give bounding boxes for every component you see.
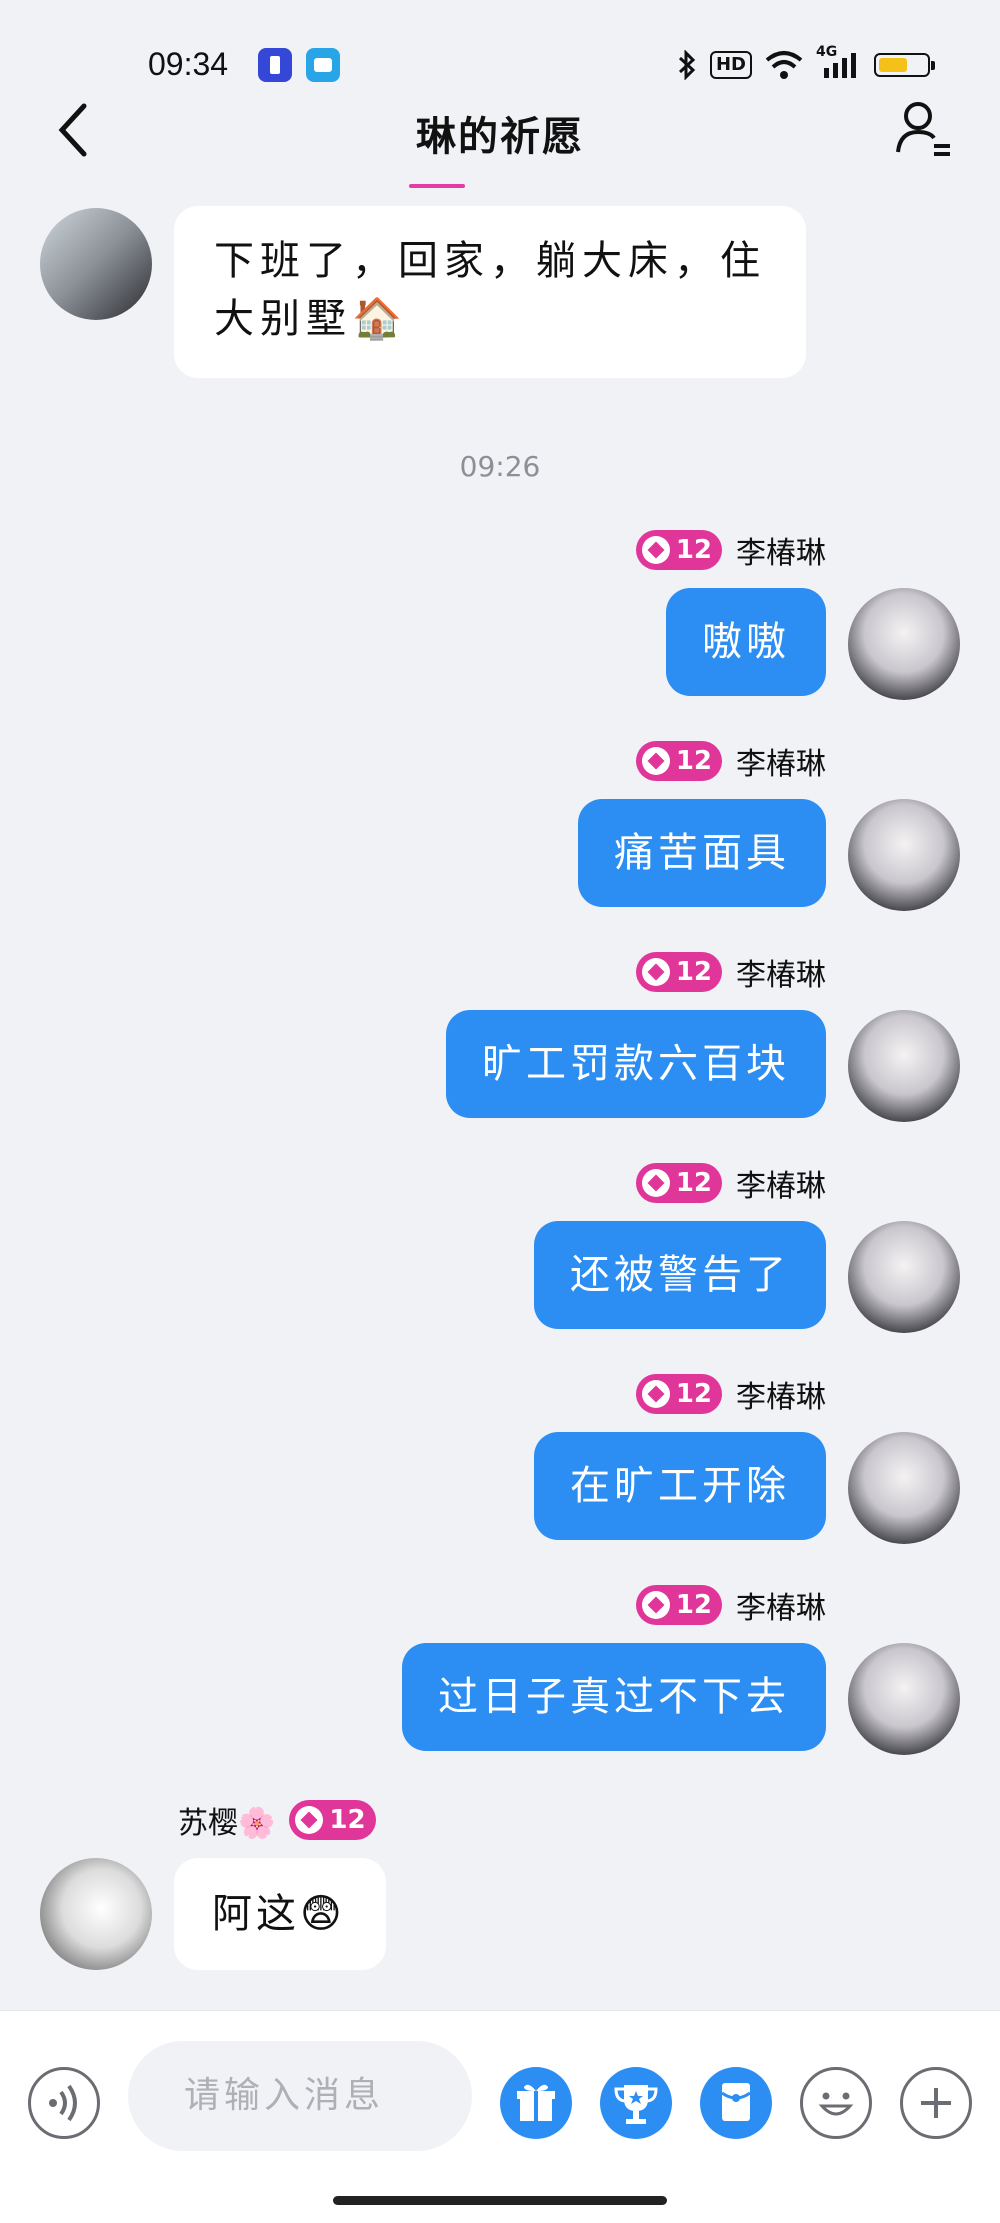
sender-name: 李椿琳 (736, 1380, 826, 1415)
bluetooth-icon (678, 50, 696, 80)
message-bubble[interactable]: 还被警告了 (534, 1221, 826, 1329)
status-bar: 09:34 HD 4G (0, 0, 1000, 100)
message-bubble[interactable]: 阿这😨 (174, 1858, 386, 1970)
app-notification-icon (258, 48, 292, 82)
message-bubble[interactable]: 过日子真过不下去 (402, 1643, 826, 1751)
sender-meta: 12 李椿琳 (635, 1374, 826, 1415)
chat-settings-button[interactable] (894, 98, 954, 158)
sender-meta: 苏樱🌸 12 (178, 1800, 376, 1841)
sender-meta: 12 李椿琳 (635, 952, 826, 993)
level-badge: 12 (635, 741, 722, 781)
sender-meta: 12 李椿琳 (635, 1163, 826, 1204)
message-input[interactable]: 请输入消息 (128, 2041, 472, 2151)
avatar[interactable] (848, 1221, 960, 1333)
message-timestamp: 09:26 (459, 450, 541, 483)
level-badge: 12 (635, 530, 722, 570)
sender-meta: 12 李椿琳 (635, 530, 826, 571)
cellular-signal-icon: 4G (816, 44, 862, 80)
emoji-icon (818, 2092, 854, 2116)
level-badge: 12 (635, 1374, 722, 1414)
avatar[interactable] (848, 588, 960, 700)
sender-name: 苏樱🌸 (178, 1806, 276, 1841)
message-bubble[interactable]: 在旷工开除 (534, 1432, 826, 1540)
voice-icon (49, 2084, 77, 2122)
level-badge: 12 (635, 1585, 722, 1625)
voice-button[interactable] (28, 2067, 100, 2139)
trophy-icon (614, 2085, 658, 2124)
avatar[interactable] (848, 1432, 960, 1544)
plus-icon (921, 2088, 951, 2118)
sender-name: 李椿琳 (736, 1169, 826, 1204)
title-indicator (409, 184, 465, 188)
avatar[interactable] (848, 1010, 960, 1122)
red-packet-icon (721, 2083, 751, 2121)
avatar[interactable] (848, 799, 960, 911)
message-bubble[interactable]: 嗷嗷 (666, 588, 826, 696)
header: 琳的祈愿 (0, 96, 1000, 192)
hd-icon: HD (709, 51, 752, 79)
avatar[interactable] (848, 1643, 960, 1755)
input-bar: 请输入消息 (0, 2010, 1000, 2223)
sender-name: 李椿琳 (736, 747, 826, 782)
status-time: 09:34 (148, 46, 229, 82)
bili-notification-icon (306, 48, 340, 82)
gift-icon (517, 2084, 555, 2121)
avatar[interactable] (40, 1858, 152, 1970)
level-badge: 12 (289, 1800, 376, 1840)
sender-meta: 12 李椿琳 (635, 1585, 826, 1626)
sender-name: 李椿琳 (736, 536, 826, 571)
red-packet-button[interactable] (700, 2067, 772, 2139)
user-list-icon (896, 102, 950, 156)
sender-meta: 12 李椿琳 (635, 741, 826, 782)
trophy-button[interactable] (600, 2067, 672, 2139)
level-badge: 12 (635, 1163, 722, 1203)
battery-icon (874, 53, 935, 77)
home-indicator (333, 2196, 667, 2205)
message-bubble[interactable]: 旷工罚款六百块 (446, 1010, 826, 1118)
wifi-icon (765, 51, 803, 79)
sender-name: 李椿琳 (736, 1591, 826, 1626)
message-bubble[interactable]: 痛苦面具 (578, 799, 826, 907)
page-title: 琳的祈愿 (416, 114, 584, 160)
emoji-button[interactable] (800, 2067, 872, 2139)
avatar[interactable] (40, 208, 152, 320)
gift-button[interactable] (500, 2067, 572, 2139)
more-button[interactable] (900, 2067, 972, 2139)
message-bubble[interactable]: 下班了，回家，躺大床，住大别墅🏠 (174, 206, 806, 378)
level-badge: 12 (635, 952, 722, 992)
sender-name: 李椿琳 (736, 958, 826, 993)
